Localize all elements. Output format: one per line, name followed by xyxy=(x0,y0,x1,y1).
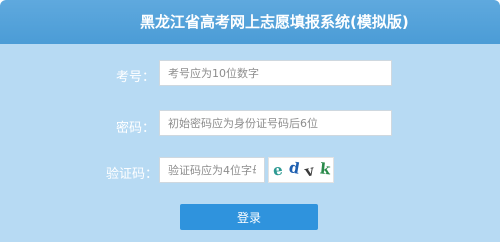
password-input[interactable] xyxy=(159,110,392,136)
exam-number-label: 考号： xyxy=(116,70,156,85)
captcha-input[interactable] xyxy=(159,157,265,183)
login-button[interactable]: 登录 xyxy=(180,204,318,230)
page-title: 黑龙江省高考网上志愿填报系统(模拟版) xyxy=(140,13,409,31)
captcha-char: e xyxy=(271,160,284,180)
login-panel: 黑龙江省高考网上志愿填报系统(模拟版) 考号： 密码： 验证码： e d v k… xyxy=(0,0,500,242)
captcha-char: k xyxy=(319,159,332,179)
captcha-char: v xyxy=(303,161,316,181)
header-bar: 黑龙江省高考网上志愿填报系统(模拟版) xyxy=(0,0,500,44)
captcha-image[interactable]: e d v k xyxy=(268,157,334,183)
password-label: 密码： xyxy=(116,121,156,136)
exam-number-input[interactable] xyxy=(159,60,392,86)
captcha-char: d xyxy=(287,158,301,178)
captcha-label: 验证码： xyxy=(106,167,159,182)
